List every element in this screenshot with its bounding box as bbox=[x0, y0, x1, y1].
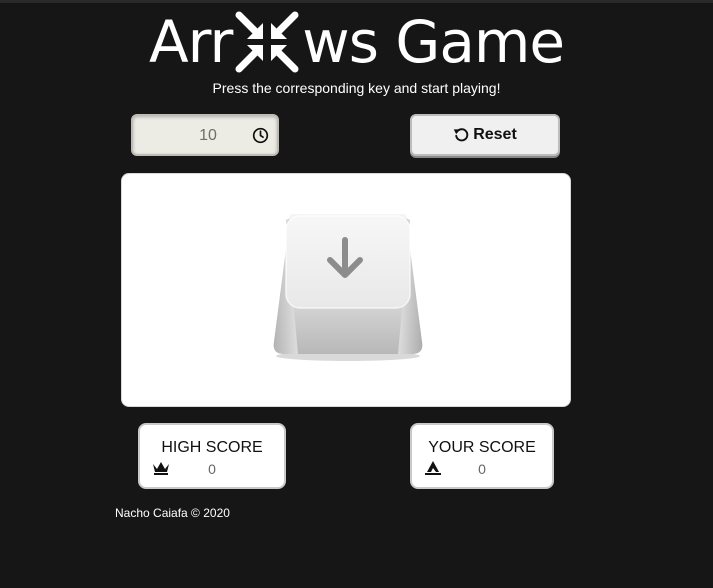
high-score-label: HIGH SCORE bbox=[161, 439, 263, 456]
undo-icon bbox=[454, 128, 469, 142]
down-arrow-key bbox=[273, 214, 423, 361]
your-score-value: 0 bbox=[478, 461, 486, 477]
game-panel bbox=[121, 173, 571, 407]
reset-label: Reset bbox=[473, 126, 517, 143]
title-left: Arr bbox=[148, 8, 233, 76]
subtitle: Press the corresponding key and start pl… bbox=[212, 80, 501, 96]
title-right: ws Game bbox=[302, 8, 565, 76]
your-score-card: YOUR SCORE 0 bbox=[410, 423, 554, 489]
clock-icon bbox=[252, 127, 269, 144]
compress-arrows-icon bbox=[235, 11, 299, 73]
high-score-card: HIGH SCORE 0 bbox=[138, 423, 286, 489]
footer-credit: Nacho Caiafa © 2020 bbox=[115, 506, 230, 520]
reset-button[interactable]: Reset bbox=[410, 114, 560, 156]
header: Arr ws Game bbox=[0, 6, 713, 78]
page-title: Arr ws Game bbox=[148, 8, 565, 76]
your-score-label: YOUR SCORE bbox=[428, 439, 536, 456]
high-score-value: 0 bbox=[208, 461, 216, 477]
top-border bbox=[0, 0, 713, 3]
timer-field[interactable]: 10 bbox=[131, 114, 279, 156]
